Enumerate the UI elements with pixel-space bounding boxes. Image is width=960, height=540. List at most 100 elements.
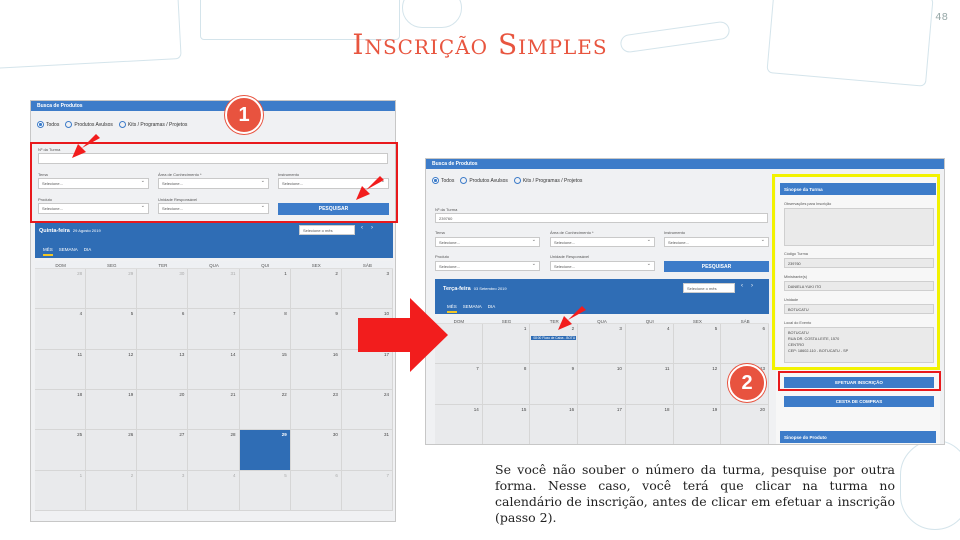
day-number: 1 xyxy=(523,326,527,331)
calendar-day-cell[interactable]: 4 xyxy=(625,324,674,365)
calendar-day-cell[interactable]: 15 xyxy=(239,349,291,390)
day-number: 12 xyxy=(712,366,718,372)
calendar-nav[interactable]: ‹ › xyxy=(361,225,373,231)
product-select[interactable]: Selecione... xyxy=(435,261,540,271)
calendar-day-cell[interactable]: 2 xyxy=(86,470,138,511)
day-number: 5 xyxy=(714,326,718,331)
product-label: Produto xyxy=(435,254,450,259)
calendar-nav[interactable]: ‹ › xyxy=(741,283,753,289)
radio-kits[interactable]: Kits / Programas / Projetos xyxy=(513,176,582,184)
calendar-day-cell[interactable]: 29 xyxy=(86,269,138,310)
slide-caption: Se você não souber o número da turma, pe… xyxy=(495,462,895,525)
calendar-day-cell[interactable]: 9 xyxy=(530,364,579,405)
calendar-day-cell[interactable]: 14 xyxy=(435,404,483,444)
calendar-day-cell[interactable]: 10 xyxy=(578,364,626,405)
calendar-day-cell[interactable]: 21 xyxy=(188,389,240,431)
calendar-day-cell[interactable]: 28 xyxy=(35,269,87,310)
theme-select[interactable]: Selecione... xyxy=(435,237,540,247)
search-header: Busca de Produtos xyxy=(31,101,395,111)
calendar-day-cell[interactable]: 25 xyxy=(35,430,87,471)
calendar-day-cell[interactable]: 6 xyxy=(137,309,189,350)
chevron-right-icon[interactable]: › xyxy=(371,225,373,231)
calendar-day-cell[interactable]: 4 xyxy=(35,309,87,350)
calendar-day-cell[interactable]: 24 xyxy=(341,389,393,431)
calendar-day-cell[interactable]: 20 xyxy=(721,404,769,444)
area-label: Área de Conhecimento * xyxy=(550,230,594,235)
area-select[interactable]: Selecione... xyxy=(550,237,655,247)
tab-day[interactable]: DIA xyxy=(488,304,496,313)
calendar-day-cell[interactable]: 1 xyxy=(482,324,531,365)
calendar-day-cell[interactable]: 19 xyxy=(673,404,722,444)
calendar-day-cell[interactable]: 31 xyxy=(188,269,240,310)
weekday-header: DOM xyxy=(35,261,87,269)
calendar-day-cell[interactable]: 17 xyxy=(578,404,626,444)
calendar-day-cell[interactable]: 20 xyxy=(137,389,189,431)
calendar-day-cell[interactable]: 31 xyxy=(341,430,393,471)
calendar-day-cell[interactable]: 12 xyxy=(673,364,722,405)
calendar-day-cell[interactable]: 7 xyxy=(341,470,393,511)
calendar-day-cell[interactable]: 23 xyxy=(290,389,342,431)
calendar-day-cell[interactable]: 16 xyxy=(290,349,342,390)
calendar-day-cell[interactable]: 19 xyxy=(86,389,138,431)
calendar-day-cell[interactable]: 28 xyxy=(188,430,240,471)
calendar-day-cell[interactable]: 11 xyxy=(35,349,87,390)
cart-button[interactable]: CESTA DE COMPRAS xyxy=(784,396,934,407)
month-select[interactable]: Selecione o mês xyxy=(683,283,735,293)
chevron-right-icon[interactable]: › xyxy=(751,283,753,289)
calendar-day-cell[interactable]: 6 xyxy=(721,324,769,365)
chevron-left-icon[interactable]: ‹ xyxy=(361,225,363,231)
calendar-day-cell[interactable]: 12 xyxy=(86,349,138,390)
tab-month[interactable]: MÊS xyxy=(43,247,53,256)
calendar-day-cell[interactable]: 13 xyxy=(137,349,189,390)
radio-kits[interactable]: Kits / Programas / Projetos xyxy=(118,120,187,128)
radio-all[interactable]: Todos xyxy=(432,176,454,184)
calendar-day-cell[interactable]: 5 xyxy=(86,309,138,350)
calendar-day-cell[interactable]: 8 xyxy=(239,309,291,350)
calendar-day-cell[interactable]: 4 xyxy=(188,470,240,511)
calendar-day-cell[interactable]: 16 xyxy=(530,404,579,444)
calendar-day-cell[interactable]: 30 xyxy=(290,430,342,471)
calendar-day-cell[interactable]: 2 xyxy=(290,269,342,310)
class-event[interactable]: 08:00 Fluxo de Caixa - BOTU xyxy=(531,336,577,340)
calendar-day-cell[interactable]: 14 xyxy=(188,349,240,390)
class-number-input[interactable]: 239760 xyxy=(435,213,768,223)
calendar-day-cell[interactable]: 5 xyxy=(239,470,291,511)
radio-label: Todos xyxy=(46,121,60,128)
calendar-day-cell[interactable]: 30 xyxy=(137,269,189,310)
calendar-day-cell[interactable]: 8 xyxy=(482,364,531,405)
calendar-day-cell[interactable]: 22 xyxy=(239,389,291,431)
radio-icon xyxy=(118,120,126,128)
calendar-day-cell[interactable]: 18 xyxy=(35,389,87,431)
calendar-day-cell[interactable]: 7 xyxy=(188,309,240,350)
radio-label: Produtos Avulsos xyxy=(469,177,508,184)
calendar-day-cell[interactable]: 3 xyxy=(137,470,189,511)
calendar-day-cell[interactable]: 6 xyxy=(290,470,342,511)
calendar-day-cell[interactable]: 29 xyxy=(239,430,291,471)
calendar-day-cell[interactable]: 1 xyxy=(35,470,87,511)
tab-month[interactable]: MÊS xyxy=(447,304,457,313)
tab-week[interactable]: SEMANA xyxy=(59,247,78,256)
calendar-day-cell[interactable]: 18 xyxy=(625,404,674,444)
calendar-day-cell[interactable]: 1 xyxy=(239,269,291,310)
calendar-day-cell[interactable]: 15 xyxy=(482,404,531,444)
calendar-day-cell[interactable]: 27 xyxy=(137,430,189,471)
calendar-day-cell[interactable]: 26 xyxy=(86,430,138,471)
calendar-day-cell[interactable]: 9 xyxy=(290,309,342,350)
radio-products[interactable]: Produtos Avulsos xyxy=(460,176,508,184)
chevron-left-icon[interactable]: ‹ xyxy=(741,283,743,289)
day-number: 7 xyxy=(476,366,479,372)
tab-day[interactable]: DIA xyxy=(84,247,92,256)
radio-all[interactable]: Todos xyxy=(37,120,60,128)
instrument-select[interactable]: Selecione... xyxy=(664,237,769,247)
tab-week[interactable]: SEMANA xyxy=(463,304,482,313)
weekday-header: SEX xyxy=(673,317,722,324)
radio-products[interactable]: Produtos Avulsos xyxy=(65,120,113,128)
theme-label: Tema xyxy=(435,230,445,235)
search-button[interactable]: PESQUISAR xyxy=(664,261,769,272)
calendar-day-cell[interactable]: 5 xyxy=(673,324,722,365)
month-select[interactable]: Selecione o mês xyxy=(299,225,355,235)
unit-select[interactable]: Selecione... xyxy=(550,261,655,271)
calendar-day-cell[interactable]: 11 xyxy=(625,364,674,405)
day-number: 20 xyxy=(759,406,765,412)
mouse-doodle xyxy=(402,0,462,28)
